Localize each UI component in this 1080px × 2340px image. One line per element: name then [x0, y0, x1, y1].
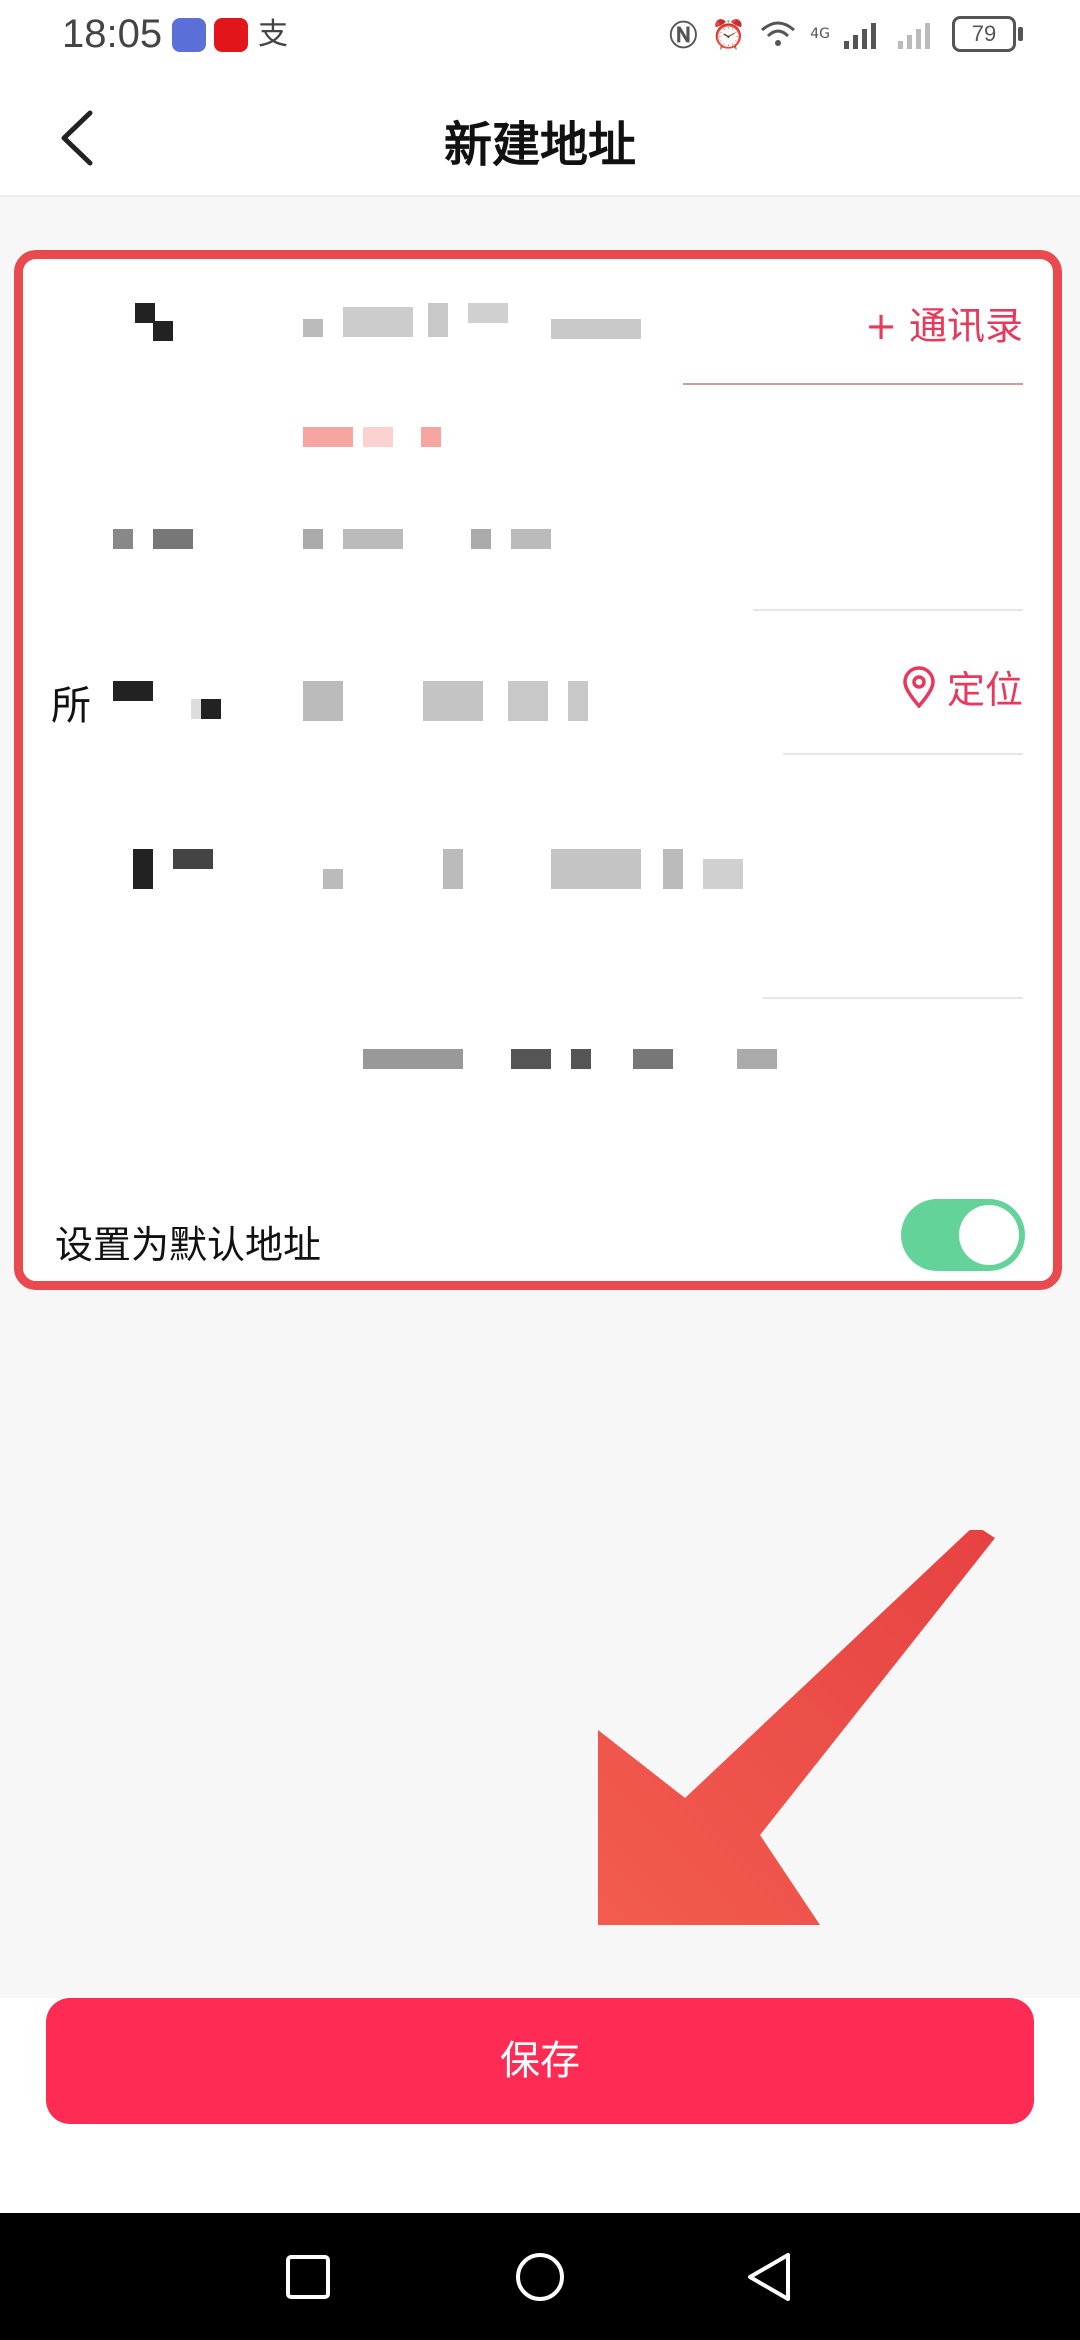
locate-label: 定位 — [946, 668, 1023, 712]
app-notification-icon — [214, 18, 248, 52]
tag-row — [23, 1049, 1053, 1109]
name-row[interactable]: + 通讯录 — [23, 259, 1053, 399]
pixelated-label — [113, 681, 153, 701]
pixelated-value — [443, 849, 463, 889]
pixelated-label — [133, 849, 153, 889]
pixelated-value — [703, 859, 743, 889]
pixelated-value — [568, 681, 588, 721]
save-area: 保存 — [0, 1998, 1080, 2213]
pixelated-value — [303, 529, 323, 549]
pixelated-value — [508, 681, 548, 721]
network-type: 4G — [810, 26, 830, 42]
field-underline — [783, 753, 1023, 755]
pixelated-value — [663, 849, 683, 889]
pixelated-value — [468, 303, 508, 323]
toggle-knob — [959, 1205, 1019, 1265]
detail-address-row[interactable] — [23, 789, 1053, 1009]
page-title: 新建地址 — [443, 117, 636, 173]
pixelated-label — [153, 529, 193, 549]
nfc-icon: Ⓝ — [669, 19, 698, 52]
pixelated-label — [135, 303, 155, 323]
field-underline — [763, 997, 1023, 999]
pixelated-label — [153, 321, 173, 341]
field-underline — [683, 383, 1023, 385]
locate-button[interactable]: 定位 — [901, 659, 1023, 714]
battery-icon: 79 — [952, 16, 1023, 52]
alarm-icon: ⏰ — [711, 17, 747, 51]
default-address-toggle[interactable] — [901, 1199, 1025, 1271]
music-app-icon — [172, 18, 206, 52]
pixelated-label — [113, 529, 133, 549]
pixelated-value — [511, 1049, 551, 1069]
pixelated-value — [423, 681, 483, 721]
pixelated-value — [343, 529, 403, 549]
pixelated-value — [551, 319, 641, 339]
pixelated-value — [471, 529, 491, 549]
pixelated-value — [571, 1049, 591, 1069]
wifi-icon — [761, 21, 796, 46]
signal-icon — [844, 23, 876, 49]
pixelated-value — [303, 681, 343, 721]
status-time: 18:05 — [62, 12, 163, 56]
pixelated-value — [633, 1049, 673, 1069]
pixelated-label — [201, 699, 221, 719]
pixelated-label — [173, 849, 213, 869]
alipay-icon: 支 — [256, 17, 290, 52]
pixelated-value — [551, 849, 641, 889]
pixelated-value — [303, 319, 323, 337]
triangle-nav-icon[interactable] — [744, 2251, 794, 2303]
circle-nav-icon[interactable] — [514, 2251, 566, 2303]
pixelated-value — [737, 1049, 777, 1069]
square-nav-icon[interactable] — [284, 2253, 332, 2301]
default-address-label: 设置为默认地址 — [55, 1223, 322, 1267]
status-icons: Ⓝ ⏰ 4G 79 — [669, 14, 1023, 54]
contacts-link[interactable]: + 通讯录 — [865, 295, 1023, 350]
region-label-fragment: 所 — [51, 683, 91, 729]
pixelated-hint — [303, 427, 353, 447]
phone-row[interactable] — [23, 479, 1053, 629]
location-pin-icon — [903, 665, 935, 708]
pixelated-value — [363, 1049, 463, 1069]
field-underline — [753, 609, 1023, 611]
pixelated-hint — [421, 427, 441, 447]
status-bar: 18:05 支 Ⓝ ⏰ 4G 79 — [0, 0, 1080, 75]
pixelated-value — [343, 307, 413, 337]
pixelated-value — [323, 869, 343, 889]
header: 新建地址 — [0, 75, 1080, 197]
region-row[interactable]: 所 — [23, 629, 1053, 789]
address-form: + 通讯录 所 定位 设置为默认地址 — [14, 250, 1062, 1290]
annotation-arrow — [598, 1530, 995, 1925]
system-nav-bar — [0, 2213, 1080, 2340]
signal-2-icon — [898, 23, 930, 49]
pixelated-value — [511, 529, 551, 549]
save-button[interactable]: 保存 — [46, 1998, 1034, 2124]
pixelated-hint — [363, 427, 393, 447]
pixelated-value — [428, 303, 448, 337]
